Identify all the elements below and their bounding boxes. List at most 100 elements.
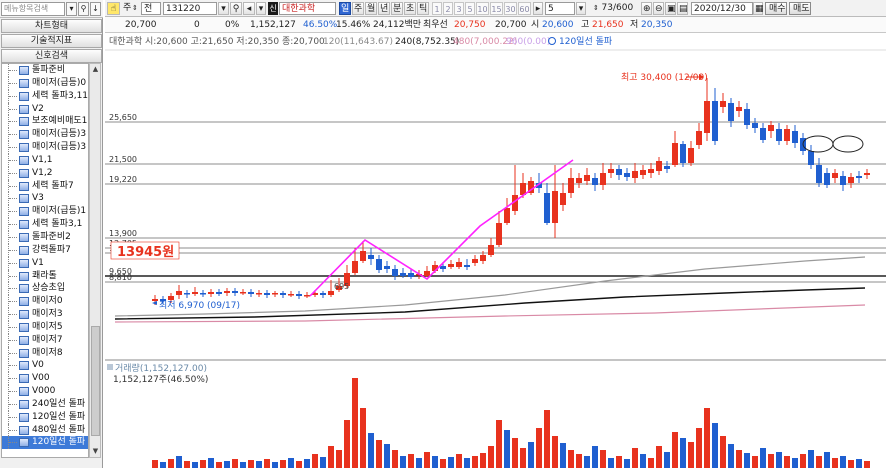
signal-item[interactable]: V000 — [2, 385, 88, 398]
high-label: 고 — [581, 20, 590, 30]
signal-item[interactable]: V00 — [2, 372, 88, 386]
volume-bar — [848, 460, 854, 468]
signal-label: 매이저7 — [32, 334, 63, 345]
speaker-icon[interactable]: ◂ — [243, 2, 255, 15]
zoom-out-icon[interactable]: ⊖ — [653, 2, 664, 15]
signal-item[interactable]: 세력 돌파3,1 — [2, 218, 88, 231]
signal-item[interactable]: 매이저0 — [2, 295, 88, 309]
date-input[interactable]: 2020/12/30 — [691, 2, 753, 15]
interval-10-button[interactable]: 10 — [476, 2, 489, 15]
signal-item[interactable]: 매이저5 — [2, 320, 88, 334]
tree-line — [8, 243, 18, 257]
interval-2-button[interactable]: 2 — [443, 2, 453, 15]
calendar-icon[interactable]: ▦ — [753, 2, 764, 15]
interval-15-button[interactable]: 15 — [490, 2, 503, 15]
zoom-icon[interactable]: ⊕ — [641, 2, 652, 15]
period-day-button[interactable]: 일 — [339, 2, 351, 15]
tab-signal-search[interactable]: 신호검색 — [1, 49, 102, 63]
signal-item[interactable]: V0 — [2, 359, 88, 373]
period-second-button[interactable]: 초 — [404, 2, 416, 15]
arrow-down-icon[interactable]: ▾ — [256, 2, 266, 15]
prev-button[interactable]: 전 — [141, 2, 161, 15]
period-spin-icon[interactable]: ⇕ — [132, 2, 139, 15]
stock-code-input[interactable]: 131220 — [163, 2, 217, 15]
signal-tree: 돌파준비 매이저(급등)0 세력 돌파3,11 V2 보조예비매도1 매이저(급등)3 매이… — [1, 63, 89, 458]
signal-item[interactable]: V1 — [2, 256, 88, 270]
scroll-down-icon[interactable]: ▼ — [91, 447, 100, 456]
period-year-button[interactable]: 년 — [378, 2, 390, 15]
menu-search-input[interactable]: 메뉴항목검색 — [1, 2, 65, 16]
buy-button[interactable]: 매수 — [765, 2, 787, 15]
print-icon[interactable]: ▤ — [677, 2, 688, 15]
volume-bar — [328, 446, 334, 468]
price-level-label: 13,900 — [109, 229, 137, 238]
period-tick-button[interactable]: 틱 — [417, 2, 429, 15]
candle-body — [792, 131, 798, 143]
interval-more-icon[interactable]: ▸ — [533, 2, 543, 15]
interval-60-button[interactable]: 60 — [518, 2, 531, 15]
period-minute-button[interactable]: 분 — [391, 2, 403, 15]
dropdown-icon[interactable]: ▾ — [66, 2, 77, 16]
interval-5-button[interactable]: 5 — [465, 2, 475, 15]
signal-item[interactable]: 매이저(급등)1 — [2, 205, 88, 219]
signal-item[interactable]: 돌파준비2 — [2, 230, 88, 244]
period-week-button[interactable]: 주 — [352, 2, 364, 15]
tab-chart-form[interactable]: 차트형태 — [1, 19, 102, 33]
volume-bar — [656, 446, 662, 468]
candle-body — [832, 173, 838, 178]
code-dropdown-icon[interactable]: ▾ — [218, 2, 229, 15]
interval-30-button[interactable]: 30 — [504, 2, 517, 15]
pointer-tool-icon[interactable]: ☝ — [107, 2, 120, 15]
interval-input[interactable]: 5 — [545, 2, 575, 15]
signal-item[interactable]: 세력 돌파3,11 — [2, 89, 88, 103]
stock-chart[interactable]: 대한과학 시:20,600 고:21,650 저:20,350 종:20,700… — [105, 33, 886, 468]
save-icon[interactable]: ▣ — [665, 2, 676, 15]
volume-bar — [288, 458, 294, 468]
signal-item[interactable]: 세력 돌파7 — [2, 179, 88, 193]
interval-1-button[interactable]: 1 — [432, 2, 442, 15]
candle-body — [280, 293, 286, 295]
signal-item[interactable]: 보조예비매도1 — [2, 115, 88, 129]
signal-item[interactable]: 매이저3 — [2, 308, 88, 321]
signal-item[interactable]: 120일선 돌파 — [2, 436, 88, 450]
signal-item[interactable]: 쾌라톨 — [2, 269, 88, 283]
tab-technical-indicator[interactable]: 기술적지표 — [1, 34, 102, 48]
volume-bar — [536, 428, 542, 468]
period-month-button[interactable]: 월 — [365, 2, 377, 15]
sell-button[interactable]: 매도 — [789, 2, 811, 15]
volume-bar — [624, 459, 630, 468]
code-search-icon[interactable]: ⚲ — [230, 2, 242, 15]
signal-label: 매이저5 — [32, 321, 63, 332]
signal-item[interactable]: 매이저(급등)3 — [2, 141, 88, 154]
signal-item[interactable]: 강력돌파7 — [2, 243, 88, 257]
signal-item[interactable]: 480일선 돌파 — [2, 423, 88, 437]
signal-item[interactable]: 매이저7 — [2, 333, 88, 347]
scroll-thumb[interactable] — [91, 326, 100, 436]
signal-item[interactable]: V2 — [2, 102, 88, 116]
candle-body — [224, 291, 230, 293]
tree-scrollbar[interactable]: ▲ ▼ — [89, 63, 101, 458]
signal-item[interactable]: 상승초입 — [2, 282, 88, 296]
signal-icon — [19, 284, 29, 294]
best-bid: 20,700 — [495, 20, 527, 30]
signal-item[interactable]: 돌파준비 — [2, 64, 88, 77]
scroll-up-icon[interactable]: ▲ — [91, 65, 100, 74]
signal-item[interactable]: 매이저(급등)3 — [2, 128, 88, 142]
signal-item[interactable]: 매이저(급등)0 — [2, 76, 88, 90]
interval-3-button[interactable]: 3 — [454, 2, 464, 15]
signal-label: 매이저3 — [32, 309, 63, 320]
search-icon[interactable]: ⚲ — [78, 2, 89, 16]
tree-line — [8, 359, 18, 373]
signal-item[interactable]: 240일선 돌파 — [2, 397, 88, 411]
signal-item[interactable]: V1,1 — [2, 153, 88, 167]
interval-dropdown-icon[interactable]: ▾ — [576, 2, 586, 15]
volume-bar — [672, 432, 678, 468]
signal-item[interactable]: 120일선 돌파 — [2, 410, 88, 424]
signal-label: V3 — [32, 193, 44, 204]
signal-icon — [19, 181, 29, 191]
candle-body — [248, 292, 254, 294]
signal-item[interactable]: 매이저8 — [2, 346, 88, 360]
signal-item[interactable]: V3 — [2, 192, 88, 206]
download-icon[interactable]: ↓ — [90, 2, 101, 16]
signal-item[interactable]: V1,2 — [2, 166, 88, 180]
